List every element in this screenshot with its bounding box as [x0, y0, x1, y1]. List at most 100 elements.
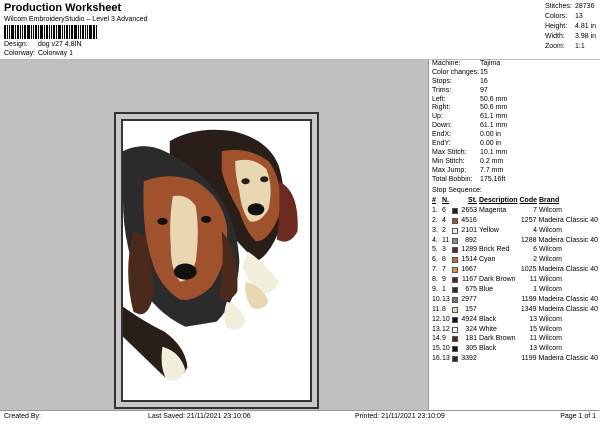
color-swatch-icon	[451, 356, 458, 363]
cell-n: 9	[442, 335, 446, 343]
cell-brand: Madeira Classic 40	[538, 355, 599, 363]
last-saved: Last Saved: 21/11/2021 23:10:06	[148, 413, 251, 420]
cell-n: 13	[441, 295, 450, 303]
cell-n: 13	[441, 355, 450, 363]
cell-brand: Madeira Classic 40	[538, 295, 599, 303]
color-swatch	[451, 265, 461, 275]
cell-desc: Black	[479, 315, 497, 323]
cell-desc: Magenta	[479, 206, 507, 214]
cell-st: 181	[465, 335, 477, 343]
cell-brand: Wilcom	[539, 315, 562, 323]
prop-trims: Trims: 97	[432, 86, 488, 94]
color-swatch	[451, 305, 461, 315]
cell-desc: Cyan	[479, 256, 496, 264]
color-swatch	[452, 334, 461, 344]
cell-st: 2977	[461, 295, 477, 303]
cell-desc: Brick Red	[479, 246, 510, 254]
color-swatch	[452, 344, 461, 354]
prop-color-changes: Color changes: 15	[432, 68, 488, 76]
software-subtitle: Wilcom EmbroideryStudio – Level 3 Advanc…	[4, 16, 148, 23]
stop-rows: 1. 6 2653 Magenta 7 Wilcom 2. 4 4516 1257 Madeira …	[432, 206, 598, 364]
cell-st: 892	[465, 236, 477, 244]
color-swatch	[451, 354, 461, 364]
prop-right: Right: 50.6 mm	[432, 104, 508, 112]
cell-num: 16.	[432, 355, 442, 363]
cell-n: 10	[442, 315, 450, 323]
embroidery-design-preview	[121, 119, 312, 402]
cell-n: 10	[442, 345, 450, 353]
stat-width: Width: 3.98 in	[545, 33, 597, 40]
cell-brand: Madeira Classic 40	[538, 266, 599, 274]
cell-code: 15	[529, 325, 537, 333]
prop-stops: Stops: 16	[432, 77, 488, 85]
cell-code: 1349	[520, 305, 537, 313]
color-swatch	[452, 255, 461, 265]
barcode-image	[4, 25, 110, 39]
cell-st: 1514	[461, 256, 477, 264]
colorway-value: Colorway 1	[37, 50, 73, 57]
cell-n: 12	[442, 325, 450, 333]
hoop-frame	[114, 112, 319, 409]
prop-endx: EndX: 0.00 in	[432, 131, 502, 139]
cell-n: 9	[442, 276, 446, 284]
table-row: 4. 11 892 1288 Madeira Classic 40	[432, 236, 598, 246]
cell-num: 7.	[432, 266, 438, 274]
color-swatch	[452, 315, 461, 325]
stop-sequence-table: # N. St. Description Code Brand 1. 6 2653 M…	[432, 196, 598, 364]
cell-code: 7	[533, 206, 537, 214]
prop-endy: EndY: 0.00 in	[432, 140, 502, 148]
cell-code: 6	[533, 246, 537, 254]
cell-num: 9.	[432, 286, 438, 294]
cell-desc: Dark Brown	[479, 276, 516, 284]
cell-num: 4.	[432, 236, 438, 244]
color-swatch	[452, 325, 461, 335]
prop-up: Up: 61.1 mm	[432, 113, 508, 121]
color-swatch-icon	[452, 336, 458, 343]
cell-st: 675	[465, 286, 477, 294]
cell-code: 11	[529, 335, 537, 343]
cell-num: 5.	[432, 246, 438, 254]
cell-code: 1199	[521, 295, 537, 303]
color-swatch	[451, 295, 461, 305]
cell-desc	[479, 265, 519, 275]
cell-brand: Wilcom	[539, 345, 562, 353]
stat-zoom: Zoom: 1:1	[545, 43, 585, 50]
stat-stitches: Stitches: 28736	[545, 3, 595, 10]
cell-code: 2	[533, 256, 537, 264]
design-label: Design:	[4, 41, 28, 48]
cell-st: 2653	[461, 206, 477, 214]
cell-brand: Wilcom	[539, 276, 562, 284]
table-row: 2. 4 4516 1257 Madeira Classic 40	[432, 216, 598, 226]
cell-code: 13	[529, 345, 537, 353]
color-swatch-icon	[451, 237, 458, 244]
stat-height: Height: 4.81 in	[545, 23, 597, 30]
beagle-dogs-image	[123, 129, 298, 381]
prop-left: Left: 50.6 mm	[432, 95, 508, 103]
cell-num: 15.	[432, 345, 442, 353]
table-row: 8. 9 1167 Dark Brown 11 Wilcom	[432, 275, 598, 285]
created-by: Created By:	[4, 413, 41, 420]
prop-down: Down: 61.1 mm	[432, 122, 508, 130]
cell-num: 8.	[432, 276, 438, 284]
page-number: Page 1 of 1	[560, 413, 596, 420]
cell-st: 4516	[461, 216, 477, 224]
cell-brand: Wilcom	[539, 256, 562, 264]
cell-st: 324	[465, 325, 477, 333]
table-row: 6. 8 1514 Cyan 2 Wilcom	[432, 255, 598, 265]
stat-colors: Colors: 13	[545, 13, 583, 20]
design-preview-area	[0, 60, 429, 410]
prop-max-jump: Max Jump: 7.7 mm	[432, 166, 504, 174]
design-row: Design: dog v27 4,8IN	[4, 41, 82, 48]
color-swatch-icon	[452, 207, 458, 214]
prop-total-bobbin: Total Bobbin: 175.16ft	[432, 175, 506, 183]
table-header: # N. St. Description Code Brand	[432, 197, 560, 204]
color-swatch-icon	[452, 247, 458, 254]
cell-st: 1667	[461, 266, 477, 274]
color-swatch-icon	[452, 316, 458, 323]
colorway-label: Colorway:	[4, 50, 36, 57]
cell-code: 1257	[520, 216, 537, 224]
cell-st: 305	[465, 345, 477, 353]
cell-num: 3.	[432, 226, 438, 234]
cell-st: 157	[465, 305, 477, 313]
design-value: dog v27 4,8IN	[37, 41, 82, 48]
